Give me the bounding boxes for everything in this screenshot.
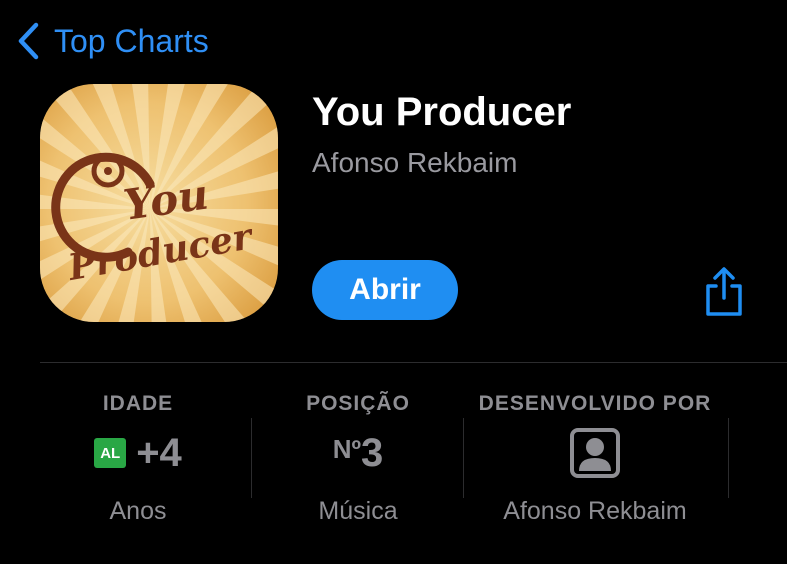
developer-value-row [470,428,720,478]
info-age[interactable]: IDADE AL +4 Anos [40,390,236,530]
info-rank[interactable]: POSIÇÃO Nº 3 Música [266,390,450,530]
rank-label: POSIÇÃO [306,392,410,415]
person-square-icon [570,428,620,478]
developer-sub: Afonso Rekbaim [503,497,687,525]
app-developer-link[interactable]: Afonso Rekbaim [312,145,517,181]
age-value-row: AL +4 [40,430,236,476]
chevron-left-icon [18,22,39,60]
share-icon [706,267,742,316]
app-icon: You Producer [40,84,278,322]
column-separator [251,418,252,498]
app-title: You Producer [312,90,572,134]
column-separator [463,418,464,498]
back-button[interactable]: Top Charts [16,18,209,64]
age-label: IDADE [102,392,174,415]
rank-value: 3 [361,430,384,475]
section-divider [40,362,787,363]
age-value: +4 [136,430,182,475]
age-rating-badge: AL [94,438,127,468]
column-separator [728,418,729,498]
developer-label: DESENVOLVIDO POR [478,392,712,415]
rank-value-row: Nº 3 [266,430,450,476]
back-button-label: Top Charts [54,23,209,59]
share-button[interactable] [700,266,748,318]
rank-sub: Música [318,497,398,525]
open-button[interactable]: Abrir [312,260,458,320]
rank-prefix: Nº [332,434,362,464]
info-developer[interactable]: DESENVOLVIDO POR Afonso Rekbaim [470,390,720,530]
age-sub: Anos [109,497,167,525]
